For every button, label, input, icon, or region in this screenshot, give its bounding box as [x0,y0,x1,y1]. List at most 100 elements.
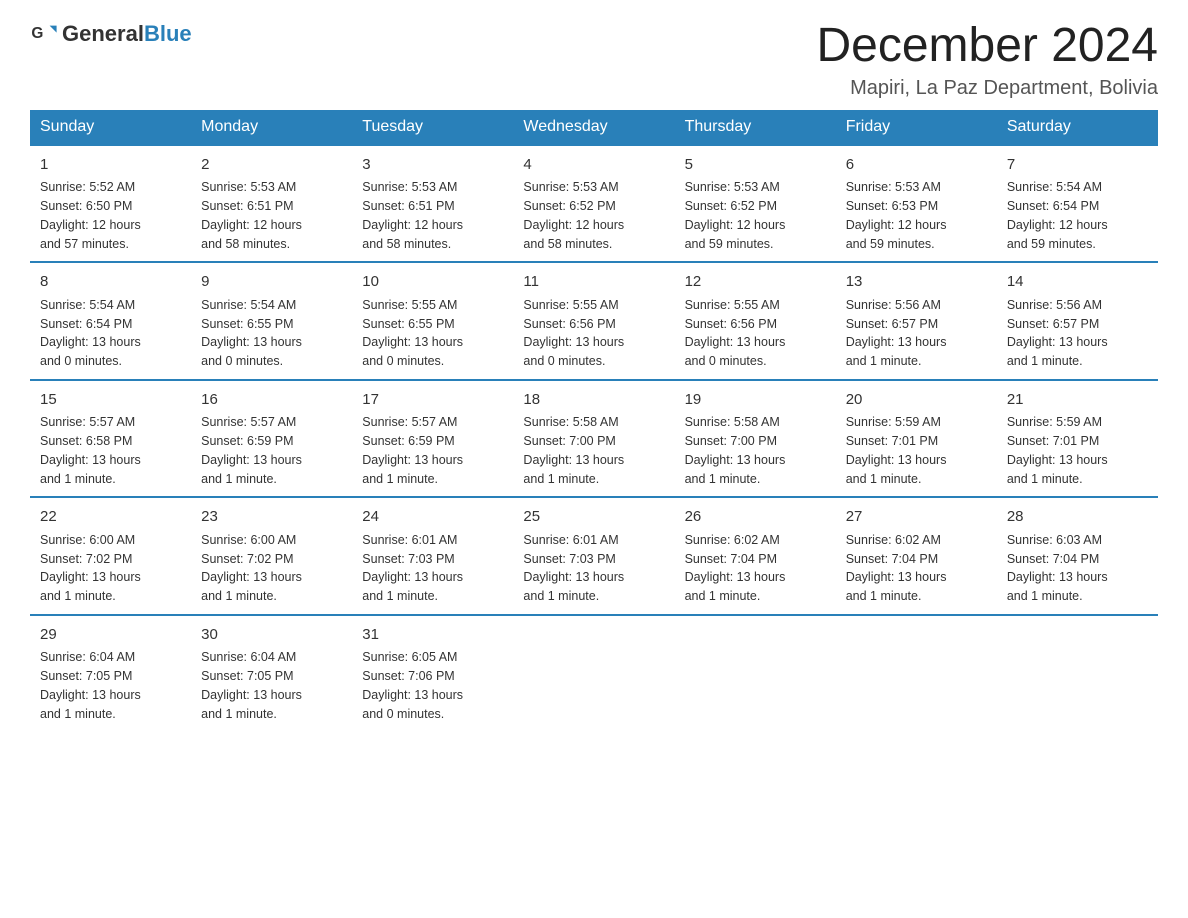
day-info: Sunrise: 5:58 AMSunset: 7:00 PMDaylight:… [685,413,826,488]
day-info: Sunrise: 5:54 AMSunset: 6:55 PMDaylight:… [201,296,342,371]
day-number: 10 [362,271,503,294]
calendar-day-cell: 4Sunrise: 5:53 AMSunset: 6:52 PMDaylight… [513,145,674,263]
day-number: 22 [40,506,181,529]
day-info: Sunrise: 5:59 AMSunset: 7:01 PMDaylight:… [1007,413,1148,488]
calendar-day-cell [513,615,674,732]
calendar-day-cell: 20Sunrise: 5:59 AMSunset: 7:01 PMDayligh… [836,380,997,498]
calendar-day-cell: 19Sunrise: 5:58 AMSunset: 7:00 PMDayligh… [675,380,836,498]
calendar-day-cell: 8Sunrise: 5:54 AMSunset: 6:54 PMDaylight… [30,262,191,380]
title-block: December 2024 Mapiri, La Paz Department,… [816,20,1158,100]
day-number: 31 [362,624,503,647]
day-info: Sunrise: 6:01 AMSunset: 7:03 PMDaylight:… [523,531,664,606]
day-info: Sunrise: 5:53 AMSunset: 6:51 PMDaylight:… [362,178,503,253]
calendar-day-cell: 28Sunrise: 6:03 AMSunset: 7:04 PMDayligh… [997,497,1158,615]
day-info: Sunrise: 6:00 AMSunset: 7:02 PMDaylight:… [40,531,181,606]
day-info: Sunrise: 5:53 AMSunset: 6:52 PMDaylight:… [523,178,664,253]
calendar-day-cell [997,615,1158,732]
page-header: G GeneralBlue December 2024 Mapiri, La P… [30,20,1158,100]
calendar-day-cell: 2Sunrise: 5:53 AMSunset: 6:51 PMDaylight… [191,145,352,263]
day-info: Sunrise: 5:52 AMSunset: 6:50 PMDaylight:… [40,178,181,253]
day-number: 25 [523,506,664,529]
calendar-day-cell: 5Sunrise: 5:53 AMSunset: 6:52 PMDaylight… [675,145,836,263]
day-of-week-header: Thursday [675,110,836,145]
calendar-table: SundayMondayTuesdayWednesdayThursdayFrid… [30,110,1158,732]
day-number: 15 [40,389,181,412]
calendar-day-cell [836,615,997,732]
calendar-week-row: 22Sunrise: 6:00 AMSunset: 7:02 PMDayligh… [30,497,1158,615]
calendar-week-row: 29Sunrise: 6:04 AMSunset: 7:05 PMDayligh… [30,615,1158,732]
calendar-day-cell: 10Sunrise: 5:55 AMSunset: 6:55 PMDayligh… [352,262,513,380]
day-of-week-header: Friday [836,110,997,145]
svg-text:G: G [31,25,43,42]
day-info: Sunrise: 5:56 AMSunset: 6:57 PMDaylight:… [846,296,987,371]
calendar-day-cell: 26Sunrise: 6:02 AMSunset: 7:04 PMDayligh… [675,497,836,615]
day-info: Sunrise: 6:05 AMSunset: 7:06 PMDaylight:… [362,648,503,723]
day-number: 17 [362,389,503,412]
day-info: Sunrise: 6:02 AMSunset: 7:04 PMDaylight:… [846,531,987,606]
day-of-week-header: Monday [191,110,352,145]
calendar-day-cell: 31Sunrise: 6:05 AMSunset: 7:06 PMDayligh… [352,615,513,732]
day-info: Sunrise: 5:57 AMSunset: 6:59 PMDaylight:… [201,413,342,488]
day-number: 18 [523,389,664,412]
logo-blue-text: Blue [144,21,192,46]
day-info: Sunrise: 5:54 AMSunset: 6:54 PMDaylight:… [40,296,181,371]
day-number: 6 [846,154,987,177]
day-number: 16 [201,389,342,412]
calendar-day-cell: 14Sunrise: 5:56 AMSunset: 6:57 PMDayligh… [997,262,1158,380]
calendar-day-cell: 29Sunrise: 6:04 AMSunset: 7:05 PMDayligh… [30,615,191,732]
day-number: 4 [523,154,664,177]
calendar-day-cell: 12Sunrise: 5:55 AMSunset: 6:56 PMDayligh… [675,262,836,380]
day-info: Sunrise: 6:04 AMSunset: 7:05 PMDaylight:… [40,648,181,723]
calendar-day-cell: 13Sunrise: 5:56 AMSunset: 6:57 PMDayligh… [836,262,997,380]
calendar-header-row: SundayMondayTuesdayWednesdayThursdayFrid… [30,110,1158,145]
day-number: 28 [1007,506,1148,529]
day-of-week-header: Sunday [30,110,191,145]
calendar-day-cell: 22Sunrise: 6:00 AMSunset: 7:02 PMDayligh… [30,497,191,615]
calendar-day-cell: 6Sunrise: 5:53 AMSunset: 6:53 PMDaylight… [836,145,997,263]
calendar-day-cell: 23Sunrise: 6:00 AMSunset: 7:02 PMDayligh… [191,497,352,615]
day-info: Sunrise: 6:00 AMSunset: 7:02 PMDaylight:… [201,531,342,606]
day-info: Sunrise: 5:57 AMSunset: 6:58 PMDaylight:… [40,413,181,488]
calendar-day-cell: 16Sunrise: 5:57 AMSunset: 6:59 PMDayligh… [191,380,352,498]
calendar-day-cell [675,615,836,732]
calendar-day-cell: 24Sunrise: 6:01 AMSunset: 7:03 PMDayligh… [352,497,513,615]
day-number: 12 [685,271,826,294]
day-number: 29 [40,624,181,647]
day-of-week-header: Saturday [997,110,1158,145]
calendar-day-cell: 15Sunrise: 5:57 AMSunset: 6:58 PMDayligh… [30,380,191,498]
day-info: Sunrise: 6:01 AMSunset: 7:03 PMDaylight:… [362,531,503,606]
day-number: 9 [201,271,342,294]
calendar-day-cell: 27Sunrise: 6:02 AMSunset: 7:04 PMDayligh… [836,497,997,615]
calendar-day-cell: 25Sunrise: 6:01 AMSunset: 7:03 PMDayligh… [513,497,674,615]
day-number: 11 [523,271,664,294]
calendar-week-row: 8Sunrise: 5:54 AMSunset: 6:54 PMDaylight… [30,262,1158,380]
day-info: Sunrise: 6:04 AMSunset: 7:05 PMDaylight:… [201,648,342,723]
logo-general-text: General [62,21,144,46]
calendar-week-row: 1Sunrise: 5:52 AMSunset: 6:50 PMDaylight… [30,145,1158,263]
calendar-day-cell: 1Sunrise: 5:52 AMSunset: 6:50 PMDaylight… [30,145,191,263]
day-number: 2 [201,154,342,177]
day-number: 30 [201,624,342,647]
logo-icon: G [30,20,58,48]
calendar-day-cell: 3Sunrise: 5:53 AMSunset: 6:51 PMDaylight… [352,145,513,263]
day-info: Sunrise: 5:59 AMSunset: 7:01 PMDaylight:… [846,413,987,488]
calendar-day-cell: 7Sunrise: 5:54 AMSunset: 6:54 PMDaylight… [997,145,1158,263]
day-info: Sunrise: 6:02 AMSunset: 7:04 PMDaylight:… [685,531,826,606]
day-info: Sunrise: 5:55 AMSunset: 6:55 PMDaylight:… [362,296,503,371]
day-number: 5 [685,154,826,177]
day-number: 26 [685,506,826,529]
calendar-day-cell: 17Sunrise: 5:57 AMSunset: 6:59 PMDayligh… [352,380,513,498]
location-subtitle: Mapiri, La Paz Department, Bolivia [816,77,1158,100]
day-info: Sunrise: 5:56 AMSunset: 6:57 PMDaylight:… [1007,296,1148,371]
day-number: 3 [362,154,503,177]
day-info: Sunrise: 5:55 AMSunset: 6:56 PMDaylight:… [685,296,826,371]
day-number: 24 [362,506,503,529]
day-number: 8 [40,271,181,294]
day-number: 1 [40,154,181,177]
month-title: December 2024 [816,20,1158,73]
day-of-week-header: Wednesday [513,110,674,145]
day-info: Sunrise: 5:57 AMSunset: 6:59 PMDaylight:… [362,413,503,488]
day-number: 23 [201,506,342,529]
calendar-day-cell: 11Sunrise: 5:55 AMSunset: 6:56 PMDayligh… [513,262,674,380]
day-info: Sunrise: 5:54 AMSunset: 6:54 PMDaylight:… [1007,178,1148,253]
